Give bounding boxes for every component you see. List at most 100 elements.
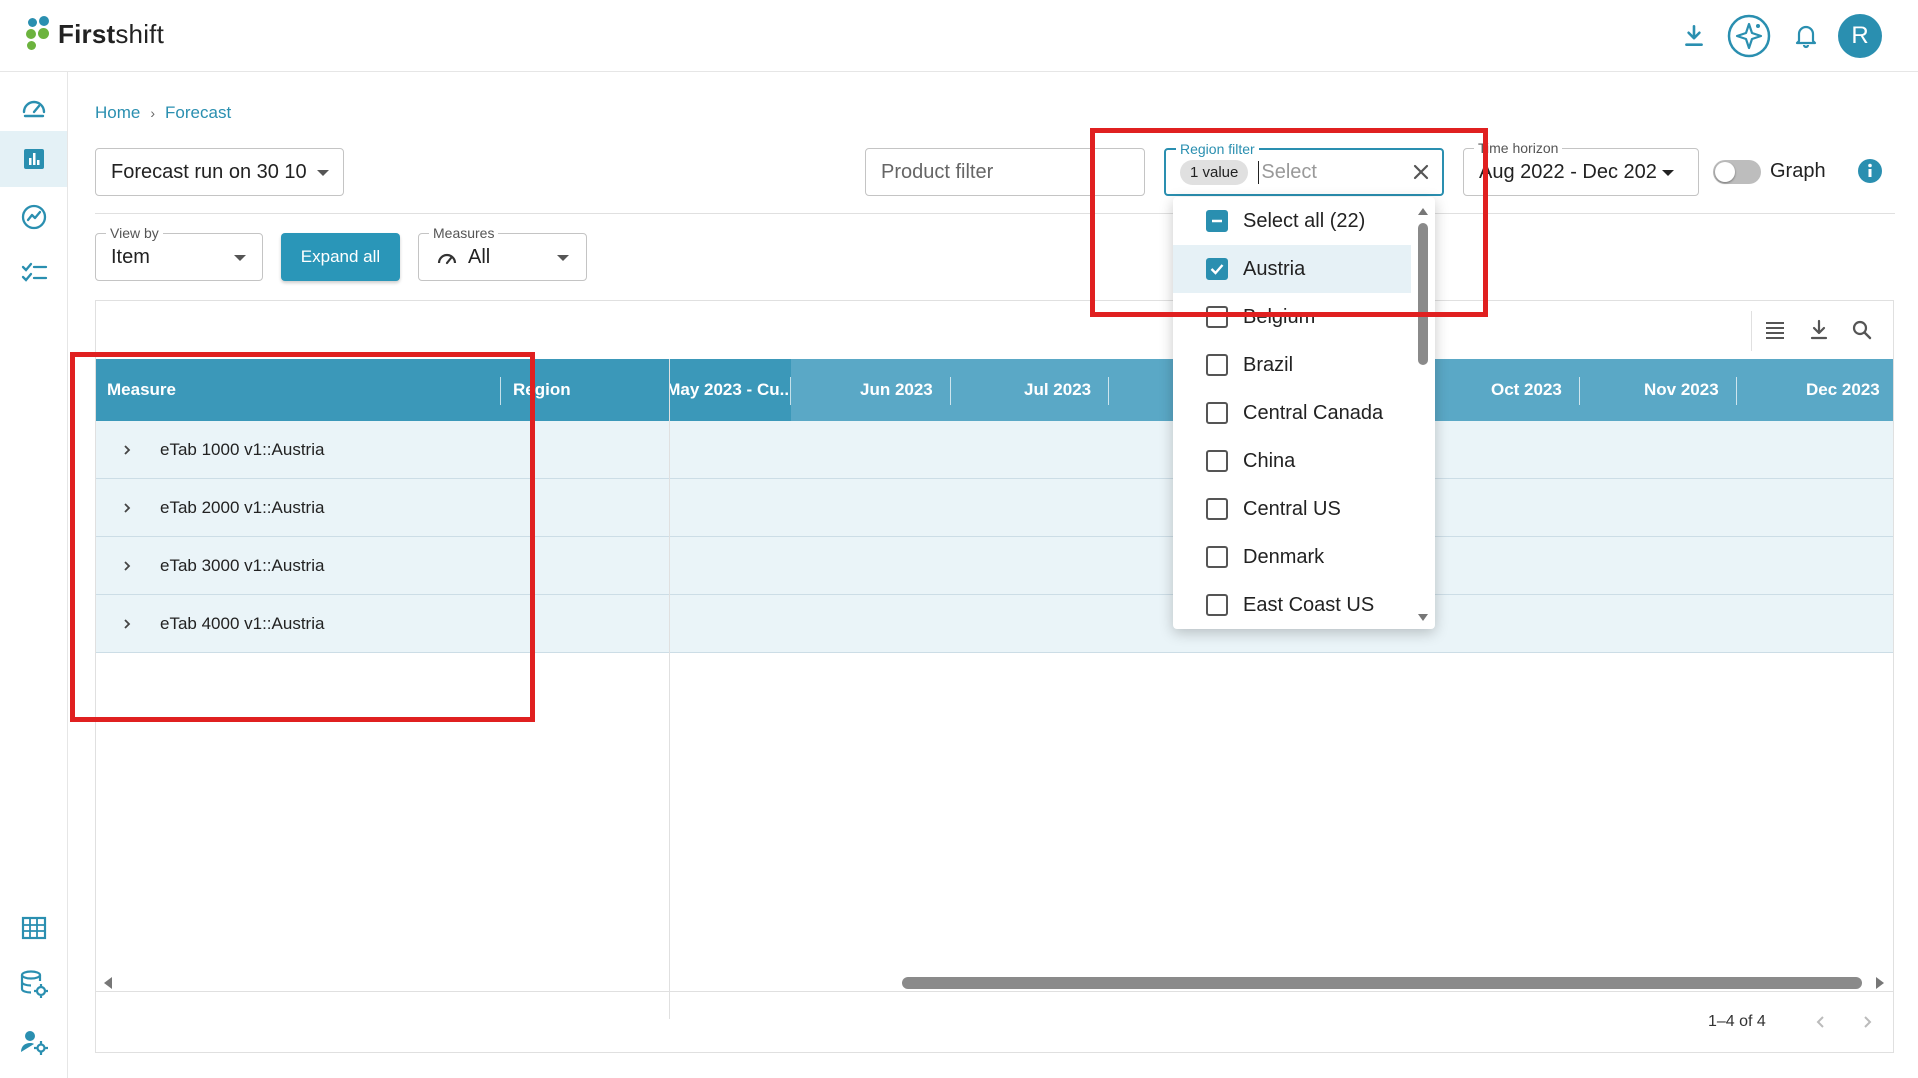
grid-download-icon[interactable] — [1809, 319, 1829, 346]
col-region[interactable]: Region — [513, 359, 571, 421]
scrollbar-thumb[interactable] — [902, 977, 1862, 989]
scroll-down-icon[interactable] — [1417, 610, 1429, 628]
col-period[interactable]: May 2023 - Cu... — [670, 359, 790, 421]
graph-toggle-label: Graph — [1770, 160, 1826, 182]
region-option[interactable]: Denmark — [1173, 533, 1411, 581]
col-separator — [1579, 377, 1580, 405]
chevron-down-icon — [1662, 170, 1674, 176]
firstshift-logo[interactable]: Firstshift — [24, 16, 164, 52]
user-avatar[interactable]: R — [1838, 14, 1882, 58]
database-settings-icon[interactable] — [0, 956, 67, 1012]
dashboard-icon[interactable] — [0, 80, 67, 136]
col-separator — [500, 377, 501, 405]
checkbox-icon[interactable] — [1206, 306, 1228, 328]
region-option[interactable]: Central US — [1173, 485, 1411, 533]
scroll-up-icon[interactable] — [1417, 203, 1429, 221]
dropdown-scrollbar-thumb[interactable] — [1418, 223, 1428, 365]
graph-toggle[interactable] — [1713, 160, 1761, 184]
col-oct-2023[interactable]: Oct 2023 — [1491, 359, 1562, 421]
measures-value: All — [468, 245, 491, 268]
table-row[interactable]: eTab 2000 v1::Austria — [96, 479, 1893, 537]
checkbox-icon[interactable] — [1206, 546, 1228, 568]
measures-label: Measures — [429, 225, 499, 241]
logo-text: Firstshift — [58, 18, 165, 49]
select-all-option[interactable]: Select all (22) — [1173, 197, 1411, 245]
building-icon[interactable] — [0, 899, 67, 955]
expand-all-button[interactable]: Expand all — [281, 233, 400, 281]
time-horizon-value: Aug 2022 - Dec 2023 — [1479, 160, 1657, 183]
region-option[interactable]: Austria — [1173, 245, 1411, 293]
region-option-label: China — [1243, 449, 1296, 472]
top-bar: Firstshift R — [0, 0, 1918, 72]
chevron-right-icon[interactable] — [118, 557, 136, 575]
region-option[interactable]: Brazil — [1173, 341, 1411, 389]
region-filter-placeholder[interactable]: Select — [1258, 160, 1317, 184]
download-icon[interactable] — [1672, 14, 1716, 58]
gauge-icon — [436, 248, 458, 266]
region-filter-input[interactable]: Region filter 1 value Select — [1164, 141, 1444, 196]
checkbox-icon[interactable] — [1206, 594, 1228, 616]
region-option[interactable]: China — [1173, 437, 1411, 485]
region-option-label: Central Canada — [1243, 401, 1384, 424]
region-option[interactable]: Belgium — [1173, 293, 1411, 341]
chart-icon[interactable] — [0, 131, 67, 187]
breadcrumb-home[interactable]: Home — [95, 103, 140, 123]
previous-page-icon[interactable] — [1812, 1013, 1830, 1036]
checked-checkbox-icon[interactable] — [1206, 258, 1228, 280]
bell-icon[interactable] — [1784, 14, 1828, 58]
grid-search-icon[interactable] — [1851, 319, 1873, 346]
time-horizon-select[interactable]: Time horizon Aug 2022 - Dec 2023 — [1463, 140, 1699, 196]
pinned-column-divider — [669, 359, 670, 1019]
region-option-label: Brazil — [1243, 353, 1294, 376]
col-nov-2023[interactable]: Nov 2023 — [1644, 359, 1719, 421]
user-settings-icon[interactable] — [0, 1014, 67, 1070]
forecast-grid: Measure Region May 2023 - Cu... Jun 2023… — [95, 300, 1894, 1053]
ai-sparkle-icon[interactable] — [1727, 14, 1771, 58]
col-jul-2023[interactable]: Jul 2023 — [1024, 359, 1091, 421]
col-separator — [1736, 377, 1737, 405]
checkbox-icon[interactable] — [1206, 450, 1228, 472]
region-option-label: Austria — [1243, 257, 1306, 280]
breadcrumb-current[interactable]: Forecast — [165, 103, 231, 123]
table-row[interactable]: eTab 3000 v1::Austria — [96, 537, 1893, 595]
region-filter-dropdown: Select all (22) Austria Belgium Brazil C… — [1173, 197, 1435, 629]
checklist-icon[interactable] — [0, 245, 67, 301]
toggle-knob — [1715, 162, 1735, 182]
forecast-run-select[interactable]: Forecast run on 30 10 — [95, 148, 344, 196]
indeterminate-checkbox-icon[interactable] — [1206, 210, 1228, 232]
region-option[interactable]: East Coast US — [1173, 581, 1411, 629]
row-measure-label: eTab 3000 v1::Austria — [160, 556, 325, 575]
table-row[interactable]: eTab 4000 v1::Austria — [96, 595, 1893, 653]
col-jun-2023[interactable]: Jun 2023 — [860, 359, 933, 421]
product-filter-input[interactable]: Product filter — [865, 148, 1145, 196]
region-option-label: Central US — [1243, 497, 1341, 520]
trend-icon[interactable] — [0, 189, 67, 245]
clear-icon[interactable] — [1412, 163, 1430, 186]
checkbox-icon[interactable] — [1206, 402, 1228, 424]
table-row[interactable]: eTab 1000 v1::Austria — [96, 421, 1893, 479]
scroll-right-icon[interactable] — [1874, 976, 1886, 995]
next-page-icon[interactable] — [1858, 1013, 1876, 1036]
view-by-select[interactable]: View by Item — [95, 225, 263, 281]
selected-count-chip: 1 value — [1180, 159, 1249, 185]
chevron-down-icon — [317, 170, 329, 176]
region-option-label: East Coast US — [1243, 593, 1375, 616]
checkbox-icon[interactable] — [1206, 498, 1228, 520]
chevron-right-icon[interactable] — [118, 615, 136, 633]
info-icon[interactable] — [1857, 158, 1883, 189]
pagination-text: 1–4 of 4 — [1708, 1013, 1766, 1030]
columns-menu-icon[interactable] — [1764, 319, 1786, 346]
chevron-right-icon[interactable] — [118, 499, 136, 517]
checkbox-icon[interactable] — [1206, 354, 1228, 376]
chevron-right-icon[interactable] — [118, 441, 136, 459]
col-separator — [950, 377, 951, 405]
breadcrumb: Home › Forecast — [95, 103, 231, 123]
forecast-run-value: Forecast run on 30 10 — [111, 160, 307, 183]
toolbar-separator — [1751, 311, 1752, 351]
col-measure[interactable]: Measure — [107, 359, 176, 421]
col-dec-2023[interactable]: Dec 2023 — [1806, 359, 1880, 421]
scroll-left-icon[interactable] — [102, 976, 114, 995]
row-measure-label: eTab 4000 v1::Austria — [160, 614, 325, 633]
measures-select[interactable]: Measures All — [418, 225, 587, 281]
region-option[interactable]: Central Canada — [1173, 389, 1411, 437]
